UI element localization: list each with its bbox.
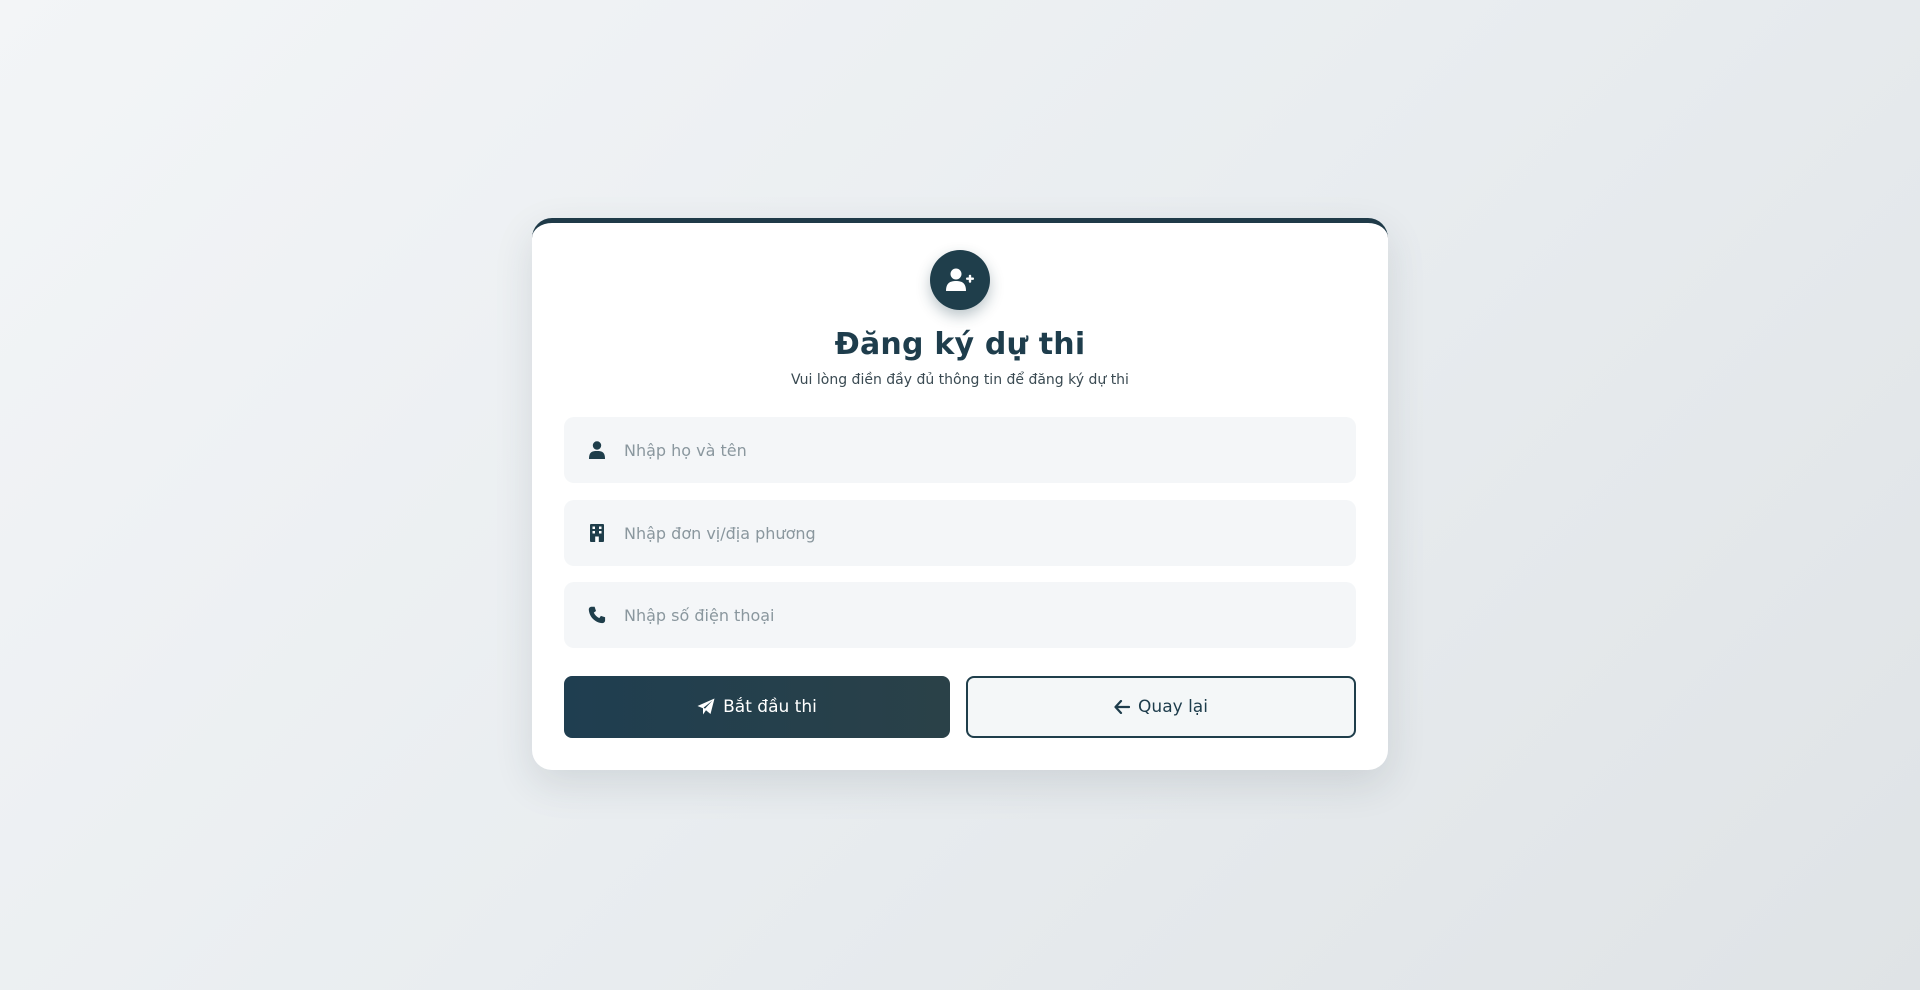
organization-field[interactable] (564, 500, 1356, 566)
phone-field[interactable] (564, 582, 1356, 648)
back-button[interactable]: Quay lại (966, 676, 1356, 738)
building-icon (584, 520, 610, 546)
paper-plane-icon (697, 698, 715, 716)
phone-input[interactable] (624, 595, 1324, 635)
fullname-field[interactable] (564, 417, 1356, 483)
start-exam-label: Bắt đầu thi (723, 697, 817, 717)
page-title: Đăng ký dự thi (834, 327, 1086, 362)
organization-input[interactable] (624, 513, 1324, 553)
back-label: Quay lại (1138, 697, 1208, 717)
phone-icon (584, 602, 610, 628)
registration-card: Đăng ký dự thi Vui lòng điền đầy đủ thôn… (532, 218, 1388, 770)
user-plus-icon (946, 268, 974, 291)
arrow-left-icon (1114, 700, 1131, 714)
page-subtitle: Vui lòng điền đầy đủ thông tin để đăng k… (791, 372, 1129, 388)
start-exam-button[interactable]: Bắt đầu thi (564, 676, 950, 738)
fullname-input[interactable] (624, 430, 1324, 470)
user-icon (584, 437, 610, 463)
user-plus-avatar (930, 250, 990, 310)
